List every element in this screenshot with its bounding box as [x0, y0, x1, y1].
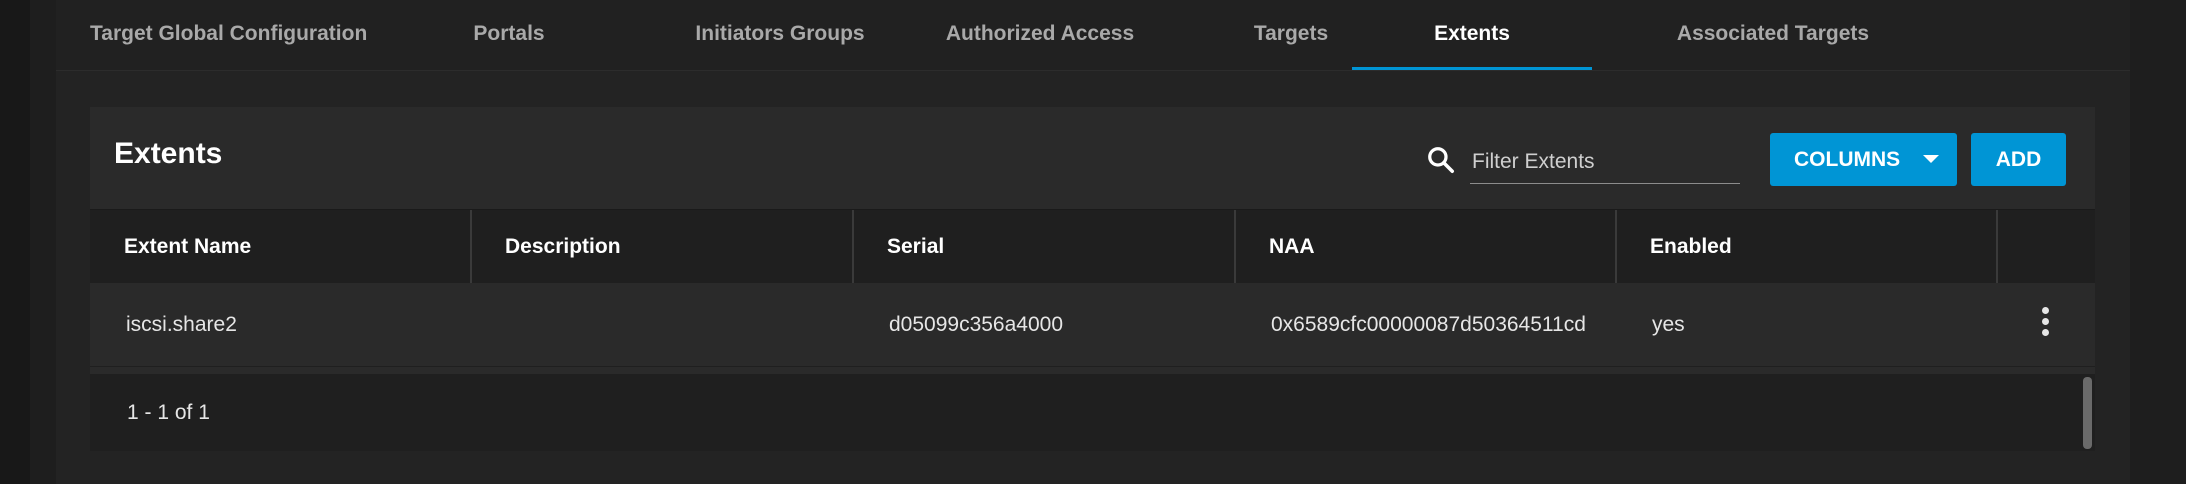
chevron-down-icon: [1923, 155, 1939, 163]
tab-portals[interactable]: Portals: [442, 0, 576, 70]
cell-serial: d05099c356a4000: [889, 313, 1064, 336]
column-header-serial[interactable]: Serial: [853, 210, 1234, 283]
column-header-naa[interactable]: NAA: [1235, 210, 1616, 283]
extents-card: Extents COLUMNS ADD Extent Name Descript…: [90, 107, 2095, 451]
column-header-enabled[interactable]: Enabled: [1616, 210, 1996, 283]
left-rail: [0, 0, 30, 484]
cell-description: [471, 283, 852, 366]
search-icon: [1428, 147, 1454, 173]
cell-naa: 0x6589cfc00000087d50364511cd: [1271, 313, 1586, 336]
column-header-description[interactable]: Description: [471, 210, 852, 283]
tab-initiators-groups[interactable]: Initiators Groups: [650, 0, 910, 70]
tab-extents[interactable]: Extents: [1352, 0, 1592, 70]
table-footer: 1 - 1 of 1: [90, 374, 2095, 451]
scrollbar-thumb[interactable]: [2083, 377, 2092, 449]
tab-bar: Target Global Configuration Portals Init…: [56, 0, 2130, 71]
more-vertical-icon[interactable]: [2030, 303, 2060, 343]
filter-extents-input[interactable]: [1470, 143, 1740, 184]
tab-authorized-access[interactable]: Authorized Access: [890, 0, 1190, 70]
card-header: Extents COLUMNS ADD: [90, 107, 2095, 209]
add-button[interactable]: ADD: [1971, 133, 2066, 186]
tab-associated-targets[interactable]: Associated Targets: [1608, 0, 1938, 70]
column-header-extent-name[interactable]: Extent Name: [90, 210, 470, 283]
column-divider: [1996, 210, 1998, 283]
columns-button[interactable]: COLUMNS: [1770, 133, 1957, 186]
columns-button-label: COLUMNS: [1794, 147, 1901, 171]
table-row[interactable]: iscsi.share2 d05099c356a4000 0x6589cfc00…: [90, 283, 2095, 367]
cell-extent-name: iscsi.share2: [126, 313, 237, 336]
table-header: Extent Name Description Serial NAA Enabl…: [90, 209, 2095, 283]
card-title: Extents: [114, 137, 223, 170]
cell-enabled: yes: [1652, 313, 1685, 336]
tab-target-global-configuration[interactable]: Target Global Configuration: [90, 0, 367, 70]
pagination-range: 1 - 1 of 1: [127, 401, 210, 424]
